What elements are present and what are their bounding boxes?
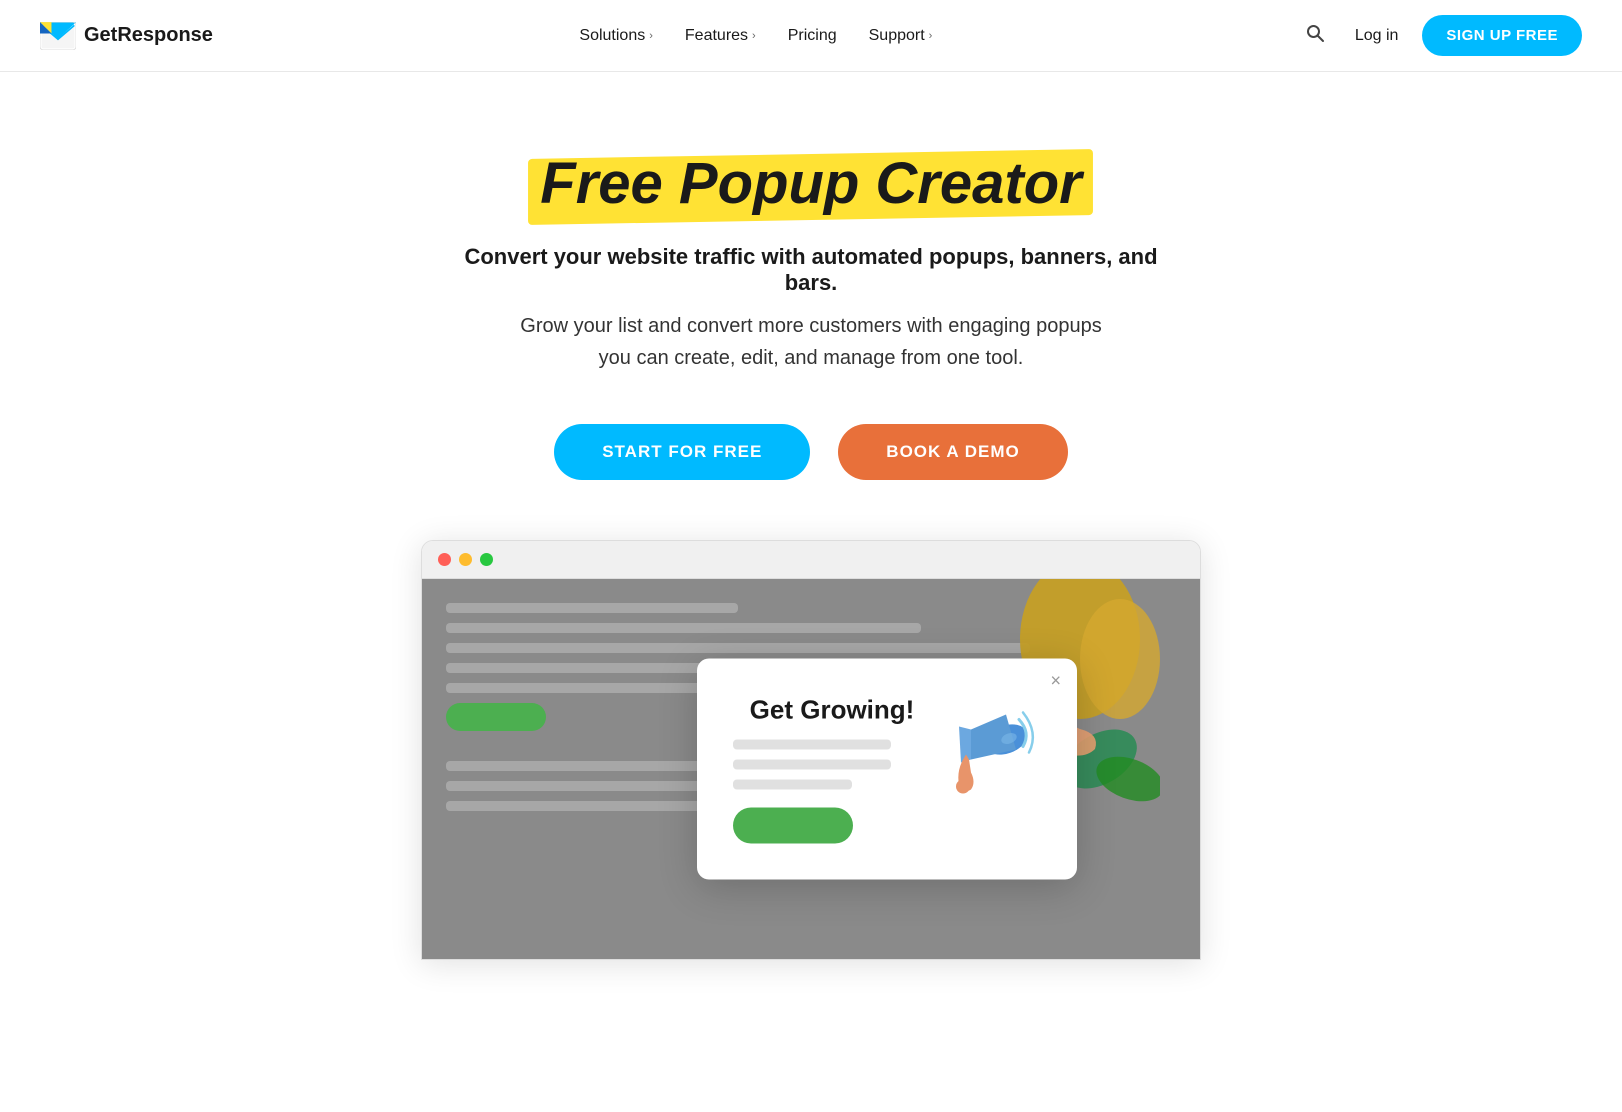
browser-mockup: × Get Growing! xyxy=(421,540,1201,960)
browser-dot-red xyxy=(438,553,451,566)
hero-buttons: START FOR FREE BOOK A DEMO xyxy=(554,424,1068,480)
hero-title-wrapper: Free Popup Creator xyxy=(540,152,1081,216)
nav-pricing[interactable]: Pricing xyxy=(774,19,851,53)
megaphone-illustration xyxy=(941,694,1041,809)
popup-title: Get Growing! xyxy=(733,694,931,725)
search-button[interactable] xyxy=(1299,17,1331,55)
navbar: GetResponse Solutions › Features › Prici… xyxy=(0,0,1622,72)
hero-subtitle: Grow your list and convert more customer… xyxy=(511,310,1111,374)
hero-title: Free Popup Creator xyxy=(540,152,1081,216)
popup-close-icon[interactable]: × xyxy=(1050,670,1061,691)
popup-modal: × Get Growing! xyxy=(697,658,1077,879)
popup-text-line-2 xyxy=(733,759,891,769)
popup-cta-button[interactable] xyxy=(733,807,853,843)
browser-bar xyxy=(422,541,1200,579)
nav-support[interactable]: Support › xyxy=(855,19,947,53)
browser-content: × Get Growing! xyxy=(422,579,1200,959)
hero-subtitle-bold: Convert your website traffic with automa… xyxy=(461,244,1161,296)
logo-icon xyxy=(40,22,76,50)
brand-name: GetResponse xyxy=(84,24,213,47)
nav-features[interactable]: Features › xyxy=(671,19,770,53)
nav-solutions[interactable]: Solutions › xyxy=(565,19,667,53)
support-chevron-icon: › xyxy=(929,30,933,42)
popup-text-line-1 xyxy=(733,739,891,749)
login-link[interactable]: Log in xyxy=(1343,19,1411,53)
hero-section: Free Popup Creator Convert your website … xyxy=(0,72,1622,1020)
features-chevron-icon: › xyxy=(752,30,756,42)
logo-link[interactable]: GetResponse xyxy=(40,22,213,50)
nav-actions: Log in SIGN UP FREE xyxy=(1299,15,1582,56)
browser-dot-yellow xyxy=(459,553,472,566)
book-demo-button[interactable]: BOOK A DEMO xyxy=(838,424,1067,480)
start-free-button[interactable]: START FOR FREE xyxy=(554,424,810,480)
search-icon xyxy=(1305,23,1325,43)
popup-text-line-3 xyxy=(733,779,852,789)
solutions-chevron-icon: › xyxy=(649,30,653,42)
signup-button[interactable]: SIGN UP FREE xyxy=(1422,15,1582,56)
nav-links: Solutions › Features › Pricing Support › xyxy=(565,19,946,53)
browser-dot-green xyxy=(480,553,493,566)
